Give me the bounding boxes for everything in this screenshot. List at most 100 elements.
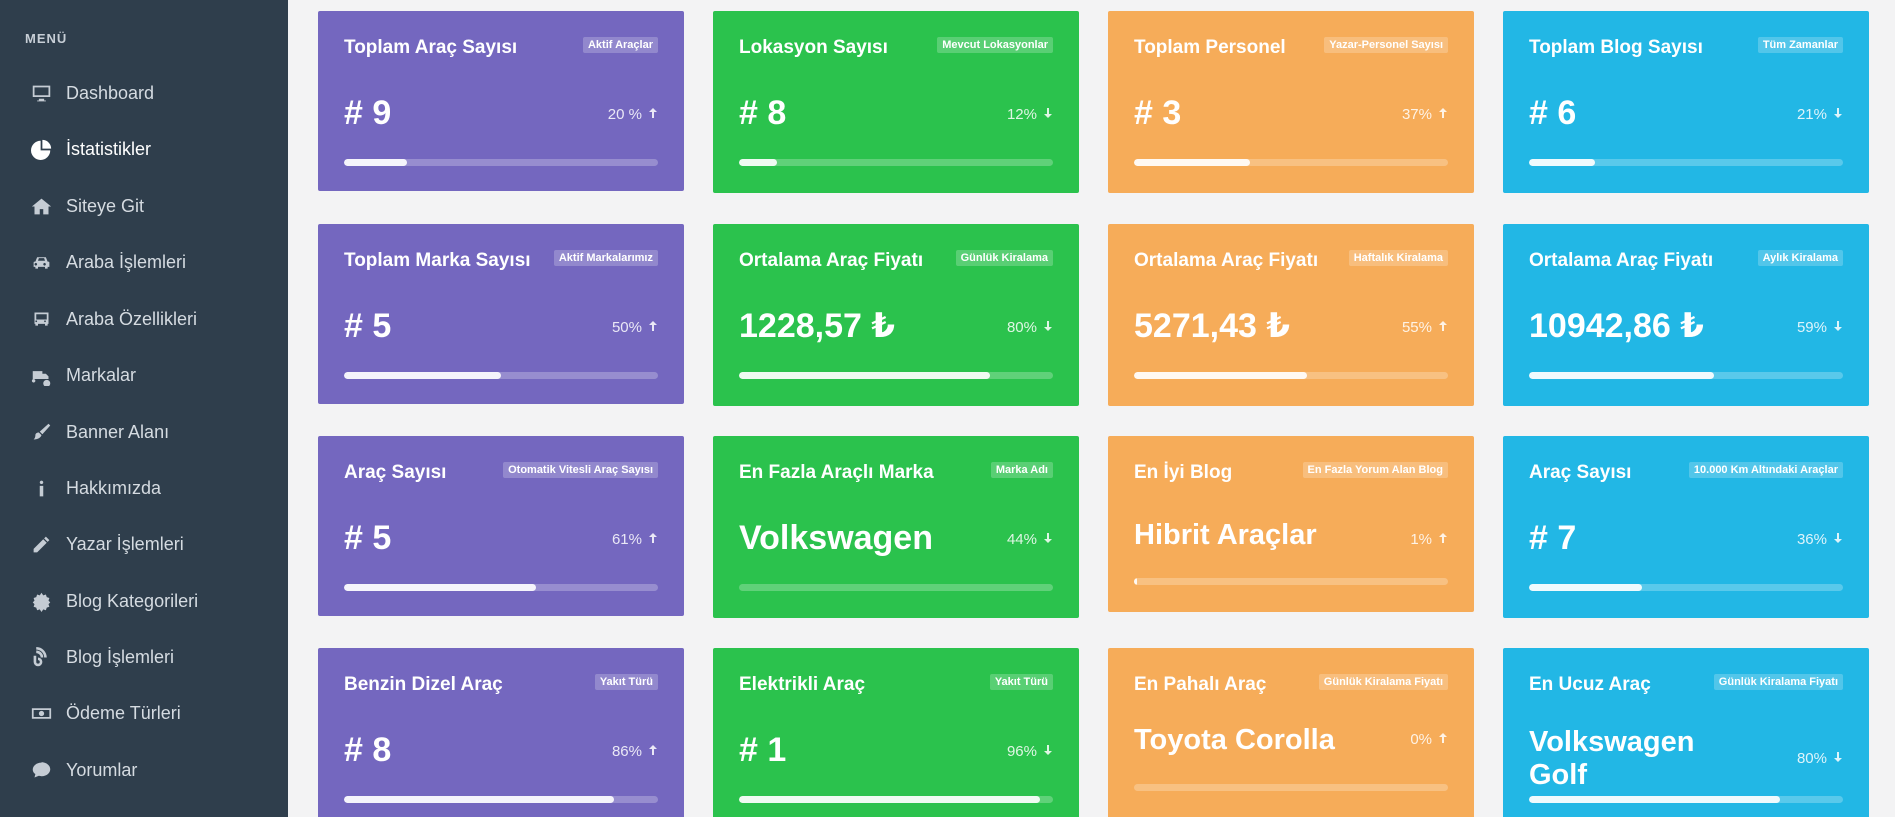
card-badge: Haftalık Kiralama: [1348, 250, 1448, 266]
arrow-down-icon: [1833, 750, 1843, 767]
sidebar-item-6[interactable]: Markalar: [0, 355, 288, 395]
card-badge: Yazar-Personel Sayısı: [1324, 37, 1448, 53]
card-title: Ortalama Araç Fiyatı: [1529, 250, 1714, 271]
card-progress-bar: [1134, 578, 1448, 585]
sidebar-item-label: Blog Kategorileri: [66, 590, 199, 611]
pencil-icon: [28, 533, 54, 555]
card-badge: Yakıt Türü: [989, 674, 1053, 690]
sidebar-item-5[interactable]: Araba Özellikleri: [0, 299, 288, 339]
sidebar-item-9[interactable]: Yazar İşlemleri: [0, 524, 288, 564]
card-progress-bar: [1529, 372, 1843, 379]
card-progress-fill: [1529, 372, 1715, 379]
card-percent-value: 86%: [611, 743, 642, 760]
card-progress-bar: [739, 159, 1053, 166]
stat-card: Toplam Blog Sayısı Tüm Zamanlar # 6 21%: [1503, 11, 1869, 193]
certificate-icon: [28, 590, 54, 612]
card-title: En Pahalı Araç: [1134, 674, 1267, 695]
card-percent: 21%: [1797, 106, 1843, 123]
card-progress-bar: [739, 796, 1053, 803]
card-percent: 1%: [1410, 531, 1448, 548]
card-progress-bar: [1134, 159, 1448, 166]
card-title: Toplam Personel: [1134, 37, 1286, 58]
sidebar-item-2[interactable]: İstatistikler: [0, 129, 288, 169]
pie-chart-icon: [28, 138, 54, 160]
card-percent-value: 21%: [1796, 106, 1827, 123]
card-progress-fill: [1529, 159, 1595, 166]
sidebar-item-13[interactable]: Yorumlar: [0, 750, 288, 790]
card-progress-fill: [1134, 372, 1307, 379]
card-progress-bar: [344, 372, 658, 379]
card-percent: 61%: [612, 531, 658, 548]
card-value: # 5: [344, 307, 392, 345]
card-progress-bar: [344, 584, 658, 591]
card-value: # 5: [344, 519, 392, 557]
money-bill-icon: [28, 702, 54, 724]
card-percent: 80%: [1007, 319, 1053, 336]
arrow-down-icon: [1043, 106, 1053, 123]
sidebar-item-label: Araba İşlemleri: [66, 251, 187, 272]
arrow-up-icon: [648, 106, 658, 123]
card-badge: Yakıt Türü: [594, 674, 658, 690]
card-progress-bar: [1529, 796, 1843, 803]
sidebar-item-label: Blog İşlemleri: [66, 646, 175, 667]
stat-card: Araç Sayısı Otomatik Vitesli Araç Sayısı #…: [318, 436, 684, 616]
sidebar-item-7[interactable]: Banner Alanı: [0, 412, 288, 452]
sidebar-item-4[interactable]: Araba İşlemleri: [0, 242, 288, 282]
card-progress-bar: [344, 159, 658, 166]
card-value: # 3: [1134, 94, 1182, 132]
card-value: # 7: [1529, 519, 1577, 557]
card-title: En Ucuz Araç: [1529, 674, 1651, 695]
card-progress-bar: [739, 584, 1053, 591]
card-percent: 80%: [1797, 750, 1843, 767]
stat-card: Toplam Araç Sayısı Aktif Araçlar # 9 20 %: [318, 11, 684, 191]
arrow-up-icon: [648, 531, 658, 548]
sidebar-item-label: İstatistikler: [66, 138, 152, 159]
sidebar-item-label: Yorumlar: [66, 759, 138, 780]
sidebar-item-3[interactable]: Siteye Git: [0, 186, 288, 226]
arrow-down-icon: [1833, 106, 1843, 123]
menu-header: MENÜ: [25, 31, 68, 46]
card-percent-value: 80%: [1006, 319, 1037, 336]
stat-card: En Fazla Araçlı Marka Marka Adı Volkswagen…: [713, 436, 1079, 618]
card-value: Volkswagen: [739, 519, 933, 557]
card-percent: 37%: [1402, 106, 1448, 123]
sidebar-item-1[interactable]: Dashboard: [0, 73, 288, 113]
sidebar-item-12[interactable]: Ödeme Türleri: [0, 693, 288, 733]
comment-icon: [28, 759, 54, 781]
sidebar-item-label: Yazar İşlemleri: [66, 533, 184, 554]
brush-icon: [28, 421, 54, 443]
card-percent-value: 80%: [1796, 750, 1827, 767]
card-value: Hibrit Araçlar: [1134, 519, 1317, 551]
stat-card: Toplam Marka Sayısı Aktif Markalarımız # 5…: [318, 224, 684, 404]
card-title: Lokasyon Sayısı: [739, 37, 888, 58]
sidebar: MENÜ Dashboard İstatistikler Siteye Git Ara…: [0, 0, 288, 817]
card-badge: Marka Adı: [990, 462, 1053, 478]
sidebar-item-8[interactable]: Hakkımızda: [0, 468, 288, 508]
card-value: Toyota Corolla: [1134, 724, 1335, 756]
stat-card: Benzin Dizel Araç Yakıt Türü # 8 86%: [318, 648, 684, 817]
sidebar-item-10[interactable]: Blog Kategorileri: [0, 581, 288, 621]
stat-card: Ortalama Araç Fiyatı Aylık Kiralama 10942,…: [1503, 224, 1869, 406]
card-percent: 44%: [1007, 531, 1053, 548]
card-title: Toplam Araç Sayısı: [344, 37, 518, 58]
card-badge: Günlük Kiralama Fiyatı: [1318, 674, 1448, 690]
stat-card: Elektrikli Araç Yakıt Türü # 1 96%: [713, 648, 1079, 817]
stat-card: En Ucuz Araç Günlük Kiralama Fiyatı Volksw…: [1503, 648, 1869, 817]
card-percent: 50%: [612, 319, 658, 336]
sidebar-item-11[interactable]: Blog İşlemleri: [0, 637, 288, 677]
card-badge: Aylık Kiralama: [1757, 250, 1843, 266]
card-title: En Fazla Araçlı Marka: [739, 462, 934, 483]
stat-card: En İyi Blog En Fazla Yorum Alan Blog Hibri…: [1108, 436, 1474, 612]
sidebar-item-label: Araba Özellikleri: [66, 308, 198, 329]
info-icon: [28, 477, 54, 499]
sidebar-item-label: Siteye Git: [66, 195, 145, 216]
card-value: # 9: [344, 94, 392, 132]
card-percent: 36%: [1797, 531, 1843, 548]
card-title: Ortalama Araç Fiyatı: [739, 250, 924, 271]
card-title: Araç Sayısı: [1529, 462, 1632, 483]
card-badge: 10.000 Km Altındaki Araçlar: [1688, 462, 1843, 478]
card-progress-bar: [739, 372, 1053, 379]
card-value: # 8: [344, 731, 392, 769]
arrow-up-icon: [1438, 106, 1448, 123]
sidebar-item-label: Ödeme Türleri: [66, 702, 181, 723]
